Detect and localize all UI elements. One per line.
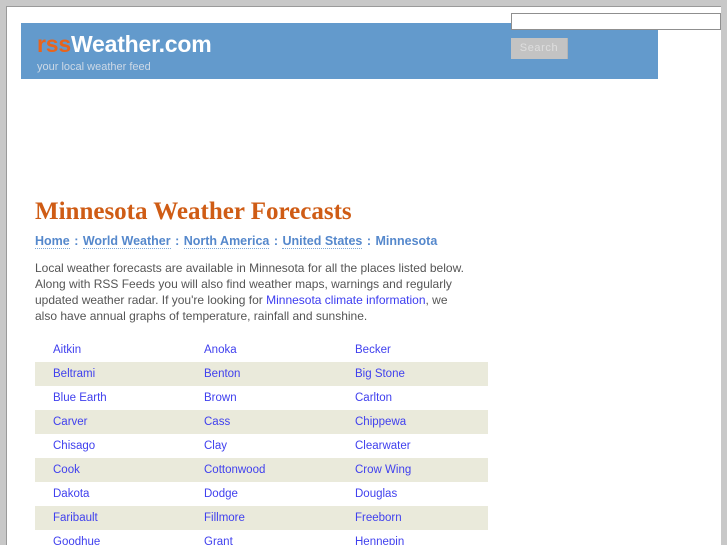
breadcrumb-separator: : [363,234,375,248]
main-content: Minnesota Weather Forecasts Home : World… [21,197,658,545]
search-area: Search [511,13,721,59]
breadcrumb-separator: : [171,234,183,248]
county-cell: Clearwater [337,434,488,458]
county-link[interactable]: Freeborn [355,512,402,524]
county-link[interactable]: Benton [204,368,240,380]
county-link[interactable]: Carlton [355,392,392,404]
county-link[interactable]: Aitkin [53,344,81,356]
county-link[interactable]: Crow Wing [355,464,411,476]
county-cell: Goodhue [35,530,186,545]
county-link[interactable]: Big Stone [355,368,405,380]
browser-window-frame: rssWeather.com your local weather feed S… [0,0,727,545]
county-cell: Dodge [186,482,337,506]
search-button[interactable]: Search [511,38,568,59]
county-cell: Chippewa [337,410,488,434]
table-row: Chisago Clay Clearwater [35,434,488,458]
county-link[interactable]: Beltrami [53,368,95,380]
breadcrumb-separator: : [270,234,282,248]
county-cell: Benton [186,362,337,386]
county-link[interactable]: Faribault [53,512,98,524]
county-link[interactable]: Cottonwood [204,464,265,476]
county-cell: Dakota [35,482,186,506]
table-row: Carver Cass Chippewa [35,410,488,434]
county-link[interactable]: Becker [355,344,391,356]
breadcrumb-item-united-states[interactable]: United States [282,234,363,249]
county-cell: Crow Wing [337,458,488,482]
county-link[interactable]: Chisago [53,440,95,452]
breadcrumb-item-minnesota: Minnesota [375,234,438,248]
county-link[interactable]: Fillmore [204,512,245,524]
county-cell: Brown [186,386,337,410]
county-link[interactable]: Hennepin [355,536,404,545]
intro-paragraph: Local weather forecasts are available in… [35,260,465,324]
county-link[interactable]: Goodhue [53,536,100,545]
county-link[interactable]: Grant [204,536,233,545]
county-link[interactable]: Cass [204,416,230,428]
table-row: Goodhue Grant Hennepin [35,530,488,545]
breadcrumb-item-world-weather[interactable]: World Weather [82,234,171,249]
county-list-table: Aitkin Anoka Becker Beltrami Benton Big Stone… [35,338,488,545]
page-title: Minnesota Weather Forecasts [35,198,352,225]
site-brand[interactable]: rssWeather.com your local weather feed [37,31,212,74]
county-cell: Douglas [337,482,488,506]
table-row: Faribault Fillmore Freeborn [35,506,488,530]
county-link[interactable]: Clay [204,440,227,452]
table-row: Cook Cottonwood Crow Wing [35,458,488,482]
county-cell: Cass [186,410,337,434]
county-cell: Chisago [35,434,186,458]
county-link[interactable]: Dodge [204,488,238,500]
county-link[interactable]: Blue Earth [53,392,107,404]
county-cell: Carlton [337,386,488,410]
web-page: rssWeather.com your local weather feed S… [7,7,721,545]
table-row: Blue Earth Brown Carlton [35,386,488,410]
county-cell: Hennepin [337,530,488,545]
county-link[interactable]: Cook [53,464,80,476]
county-cell: Grant [186,530,337,545]
breadcrumb-item-north-america[interactable]: North America [183,234,270,249]
breadcrumb: Home : World Weather : North America : U… [35,233,658,250]
county-link[interactable]: Chippewa [355,416,406,428]
search-input[interactable] [511,13,721,30]
county-cell: Cottonwood [186,458,337,482]
breadcrumb-item-home[interactable]: Home [35,234,70,249]
county-table-body: Aitkin Anoka Becker Beltrami Benton Big Stone… [35,338,488,545]
county-link[interactable]: Anoka [204,344,237,356]
county-link[interactable]: Douglas [355,488,397,500]
county-cell: Blue Earth [35,386,186,410]
county-cell: Anoka [186,338,337,362]
table-row: Dakota Dodge Douglas [35,482,488,506]
county-link[interactable]: Carver [53,416,88,428]
county-link[interactable]: Brown [204,392,237,404]
county-cell: Clay [186,434,337,458]
county-link[interactable]: Clearwater [355,440,411,452]
county-cell: Faribault [35,506,186,530]
browser-viewport: rssWeather.com your local weather feed S… [6,6,721,545]
county-cell: Carver [35,410,186,434]
county-cell: Aitkin [35,338,186,362]
climate-information-link[interactable]: Minnesota climate information [266,293,425,307]
county-cell: Becker [337,338,488,362]
breadcrumb-separator: : [70,234,82,248]
site-tagline: your local weather feed [37,61,151,73]
table-row: Aitkin Anoka Becker [35,338,488,362]
table-row: Beltrami Benton Big Stone [35,362,488,386]
county-cell: Beltrami [35,362,186,386]
county-cell: Fillmore [186,506,337,530]
county-cell: Big Stone [337,362,488,386]
logo-weather-text: Weather.com [70,31,212,57]
site-logo-text: rssWeather.com [37,31,212,57]
logo-rss-text: rss [37,31,71,57]
county-cell: Cook [35,458,186,482]
county-cell: Freeborn [337,506,488,530]
county-link[interactable]: Dakota [53,488,89,500]
